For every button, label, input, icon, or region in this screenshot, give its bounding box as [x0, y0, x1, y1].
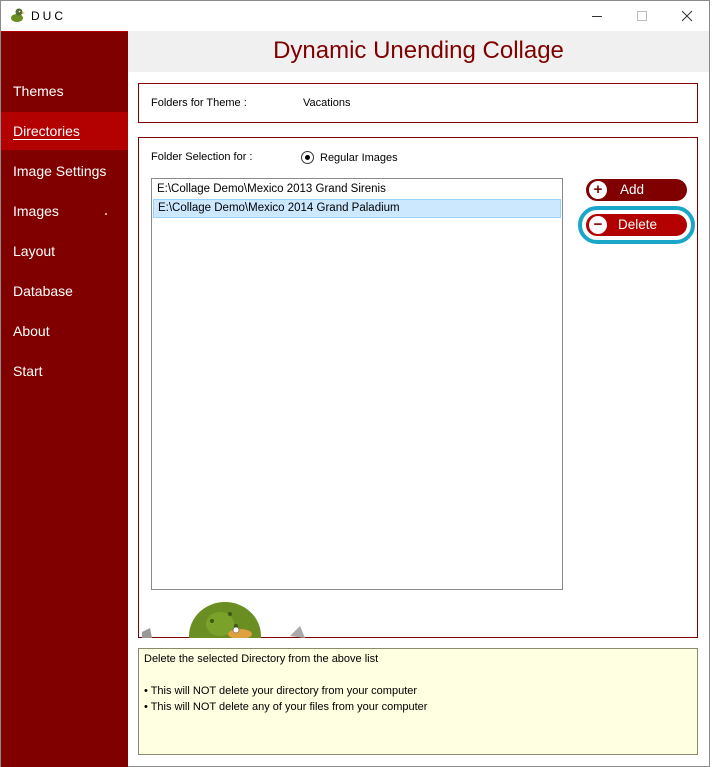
regular-images-radio-label[interactable]: Regular Images [320, 152, 398, 164]
close-button[interactable] [664, 1, 709, 31]
window-title: DUC [31, 9, 66, 23]
delete-button[interactable]: − Delete [586, 214, 687, 236]
close-icon [681, 10, 692, 22]
page-header: Dynamic Unending Collage [128, 31, 709, 72]
sidebar-item-about[interactable]: About [1, 312, 128, 350]
help-title: Delete the selected Directory from the a… [144, 653, 379, 665]
title-bar: DUC [1, 1, 709, 31]
theme-value: Vacations [303, 97, 351, 109]
maximize-icon [636, 11, 647, 21]
list-item[interactable]: E:\Collage Demo\Mexico 2013 Grand Sireni… [153, 180, 561, 199]
duck-mascot-image [142, 602, 305, 638]
sidebar-item-directories[interactable]: Directories [1, 112, 128, 150]
minus-icon: − [589, 216, 607, 234]
help-tooltip: Delete the selected Directory from the a… [138, 648, 698, 755]
page-title: Dynamic Unending Collage [273, 37, 564, 64]
regular-images-radio[interactable] [301, 151, 314, 164]
sidebar-item-image-settings[interactable]: Image Settings [1, 152, 128, 190]
help-bullet: • This will NOT delete any of your files… [144, 701, 428, 713]
sidebar-item-images[interactable]: Images [1, 192, 128, 230]
sidebar-item-start[interactable]: Start [1, 352, 128, 390]
duck-app-icon [11, 8, 25, 22]
directory-list[interactable]: E:\Collage Demo\Mexico 2013 Grand Sireni… [151, 178, 563, 590]
sidebar-nav: Themes Directories Image Settings Images… [1, 31, 128, 767]
minimize-icon [591, 15, 602, 17]
list-item-selected[interactable]: E:\Collage Demo\Mexico 2014 Grand Paladi… [153, 199, 561, 218]
plus-icon: + [589, 181, 607, 199]
sidebar-item-database[interactable]: Database [1, 272, 128, 310]
theme-label: Folders for Theme : [151, 97, 247, 109]
sidebar-item-layout[interactable]: Layout [1, 232, 128, 270]
add-button[interactable]: + Add [586, 179, 687, 201]
maximize-button[interactable] [619, 1, 664, 31]
sidebar-item-themes[interactable]: Themes [1, 72, 128, 110]
nav-indicator-dot [105, 213, 107, 215]
help-bullet: • This will NOT delete your directory fr… [144, 685, 418, 697]
minimize-button[interactable] [574, 1, 619, 31]
folder-selection-label: Folder Selection for : [151, 151, 253, 163]
